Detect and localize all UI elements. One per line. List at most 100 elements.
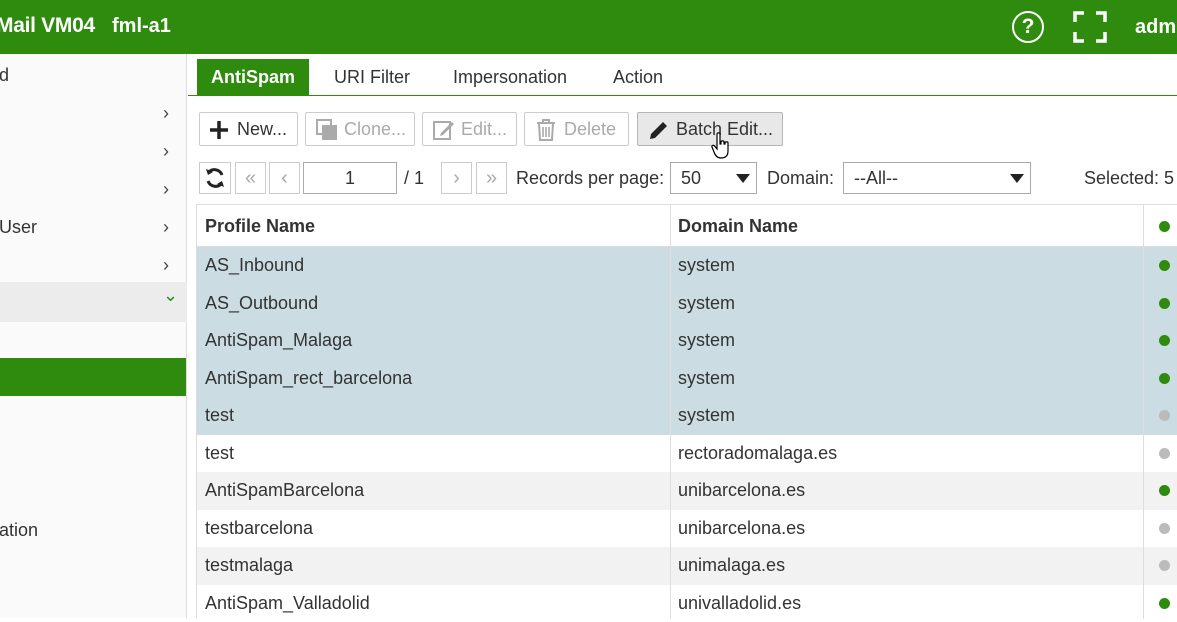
status-disabled-icon	[1159, 523, 1170, 534]
table-row[interactable]: AS_Outbound system	[197, 285, 1177, 323]
next-page-button[interactable]: ›	[441, 162, 472, 194]
edit-icon	[432, 118, 456, 142]
domain-select[interactable]: --All--	[843, 162, 1031, 194]
status-enabled-icon	[1159, 298, 1170, 309]
table-row[interactable]: AntiSpamBarcelona unibarcelona.es	[197, 472, 1177, 510]
sidebar-item-label: User	[0, 208, 37, 246]
status-disabled-icon	[1159, 410, 1170, 421]
table-row[interactable]: AntiSpam_rect_barcelonasystem	[197, 360, 1177, 398]
table-row[interactable]: AntiSpam_Malaga system	[197, 322, 1177, 360]
tab-impersonation[interactable]: Impersonation	[453, 59, 567, 95]
sidebar-item-0[interactable]: d	[0, 56, 187, 94]
profile-name-cell: AS_Inbound	[205, 247, 304, 284]
sidebar-item-1[interactable]: ›	[0, 94, 187, 132]
chevron-down-icon: ⌄	[163, 276, 178, 314]
domain-name-cell: unibarcelona.es	[678, 472, 805, 509]
sidebar: d › › › User › › ⌄ ation	[0, 54, 187, 618]
table-row[interactable]: test rectoradomalaga.es	[197, 435, 1177, 473]
tab-uri-filter[interactable]: URI Filter	[334, 59, 410, 95]
domain-name-cell: system	[678, 247, 735, 284]
clone-icon	[316, 119, 338, 141]
tab-antispam[interactable]: AntiSpam	[197, 59, 309, 95]
tab-bar: AntiSpam URI Filter Impersonation Action	[188, 54, 1177, 96]
app-title: Mail VM04	[0, 14, 95, 38]
batch-edit-button[interactable]: Batch Edit...	[637, 112, 783, 146]
new-button[interactable]: New...	[199, 112, 298, 146]
chevron-right-icon: ›	[163, 170, 169, 208]
domain-name-cell: system	[678, 322, 735, 359]
domain-name-cell: rectoradomalaga.es	[678, 435, 837, 472]
sidebar-item-2[interactable]: ›	[0, 132, 187, 170]
sidebar-item-5[interactable]: ›	[0, 246, 187, 284]
status-disabled-icon	[1159, 560, 1170, 571]
profile-name-cell: testmalaga	[205, 547, 293, 584]
clone-button-label: Clone...	[344, 113, 406, 145]
status-enabled-icon	[1159, 335, 1170, 346]
profile-name-cell: AS_Outbound	[205, 285, 318, 322]
status-enabled-icon	[1159, 373, 1170, 384]
domain-select-value: --All--	[854, 168, 898, 188]
last-page-button[interactable]: »	[476, 162, 507, 194]
dropdown-arrow-icon	[1010, 174, 1024, 183]
records-per-page-value: 50	[681, 168, 701, 188]
domain-name-cell: system	[678, 360, 735, 397]
status-enabled-icon	[1159, 485, 1170, 496]
sidebar-item-user[interactable]: User ›	[0, 208, 187, 246]
host-name: fml-a1	[112, 15, 171, 38]
table-row[interactable]: AntiSpam_Valladolidunivalladolid.es	[197, 585, 1177, 622]
sidebar-item-label: d	[0, 56, 9, 94]
sidebar-item-6[interactable]: ⌄	[0, 282, 187, 320]
selected-count: Selected: 5	[1084, 168, 1174, 189]
table-row[interactable]: test system	[197, 397, 1177, 435]
profiles-table: Profile Name Domain Name AS_Inboundsyste…	[196, 204, 1177, 618]
delete-button[interactable]: Delete	[524, 112, 629, 146]
domain-name-cell: system	[678, 397, 735, 434]
records-per-page-select[interactable]: 50	[670, 162, 757, 194]
sidebar-item-selected[interactable]	[0, 358, 186, 396]
table-row[interactable]: testbarcelonaunibarcelona.es	[197, 510, 1177, 548]
sidebar-item-3[interactable]: ›	[0, 170, 187, 208]
prev-page-button[interactable]: ‹	[269, 162, 300, 194]
column-header-profile-name[interactable]: Profile Name	[205, 216, 315, 237]
new-button-label: New...	[237, 113, 287, 145]
user-menu[interactable]: admi	[1135, 16, 1177, 39]
profile-name-cell: AntiSpamBarcelona	[205, 472, 364, 509]
clone-button[interactable]: Clone...	[305, 112, 415, 146]
profile-name-cell: AntiSpam_Malaga	[205, 322, 352, 359]
mouse-cursor-icon	[711, 132, 731, 160]
table-row[interactable]: AS_Inbound system	[197, 247, 1177, 285]
chevron-right-icon: ›	[163, 208, 169, 246]
tab-action[interactable]: Action	[613, 59, 663, 95]
column-header-domain-name[interactable]: Domain Name	[678, 216, 798, 237]
column-divider	[1143, 205, 1144, 619]
chevron-right-icon: ›	[163, 94, 169, 132]
profile-name-cell: testbarcelona	[205, 510, 313, 547]
status-enabled-icon	[1159, 260, 1170, 271]
refresh-icon	[204, 167, 226, 189]
sidebar-item-7[interactable]: ation	[0, 511, 187, 549]
edit-button-label: Edit...	[461, 113, 507, 145]
table-row[interactable]: testmalaga unimalaga.es	[197, 547, 1177, 585]
first-page-button[interactable]: «	[235, 162, 266, 194]
plus-icon	[208, 119, 230, 141]
table-header: Profile Name Domain Name	[197, 205, 1177, 247]
chevron-right-icon: ›	[163, 132, 169, 170]
profile-name-cell: test	[205, 397, 234, 434]
pencil-icon	[647, 118, 671, 142]
domain-label: Domain:	[767, 168, 834, 189]
status-disabled-icon	[1159, 448, 1170, 459]
refresh-button[interactable]	[199, 162, 231, 194]
status-column-header-icon	[1159, 221, 1170, 232]
records-per-page-label: Records per page:	[516, 168, 664, 189]
help-icon[interactable]: ?	[1012, 11, 1044, 43]
domain-name-cell: unimalaga.es	[678, 547, 785, 584]
fullscreen-icon[interactable]	[1073, 11, 1107, 43]
trash-icon	[535, 118, 557, 142]
top-header: Mail VM04 fml-a1 ? admi	[0, 0, 1177, 54]
page-number-input[interactable]: 1	[303, 162, 397, 194]
profile-name-cell: test	[205, 435, 234, 472]
column-divider	[670, 205, 671, 619]
status-enabled-icon	[1159, 598, 1170, 609]
domain-name-cell: system	[678, 285, 735, 322]
edit-button[interactable]: Edit...	[422, 112, 517, 146]
